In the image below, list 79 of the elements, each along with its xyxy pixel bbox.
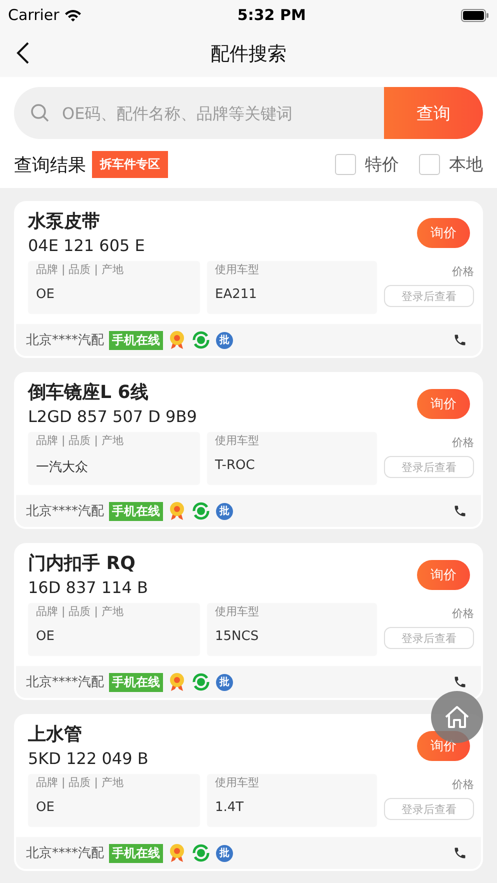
- price-label: 价格: [452, 777, 474, 792]
- field-value: EA211: [215, 287, 258, 302]
- battery-icon: [460, 8, 489, 22]
- field-label: 使用车型: [215, 604, 260, 619]
- part-name: 水泵皮带: [28, 210, 101, 234]
- phone-icon[interactable]: [453, 675, 467, 689]
- login-to-view-button[interactable]: 登录后查看: [384, 798, 474, 820]
- results-title: 查询结果: [14, 154, 86, 176]
- phone-icon[interactable]: [453, 846, 467, 860]
- search-field[interactable]: OE码、配件名称、品牌等关键词 查询: [14, 87, 483, 139]
- online-badge: 手机在线: [109, 502, 163, 520]
- page-title: 配件搜索: [210, 42, 286, 66]
- price-label: 价格: [452, 435, 474, 450]
- field-label: 使用车型: [215, 262, 260, 277]
- field-value: 15NCS: [215, 629, 260, 644]
- login-to-view-button[interactable]: 登录后查看: [384, 627, 474, 649]
- field-value: T-ROC: [215, 458, 256, 473]
- refresh-icon: [191, 331, 211, 349]
- part-code: 04E 121 605 E: [28, 235, 145, 257]
- part-code: L2GD 857 507 D 9B9: [28, 406, 197, 428]
- online-badge: 手机在线: [109, 330, 163, 350]
- checkbox[interactable]: [419, 154, 440, 175]
- checkbox-label: 特价: [365, 154, 399, 176]
- seller-name: 北京****汽配: [26, 332, 104, 349]
- field-value: OE: [36, 629, 56, 644]
- result-card[interactable]: 倒车镜座L 6线 L2GD 857 507 D 9B9 询价 品牌 | 品质 | 产地 一汽大众 使用车型 T-ROC 价格 登录后查看 北京****汽配 手机在线 批: [14, 372, 483, 529]
- part-name: 上水管: [28, 723, 83, 747]
- refresh-icon: [191, 673, 211, 691]
- medal-icon: [168, 843, 186, 863]
- part-name: 门内扣手 RQ: [28, 552, 136, 576]
- seller-name: 北京****汽配: [26, 674, 104, 691]
- online-badge: 手机在线: [109, 844, 163, 862]
- wholesale-badge: 批: [216, 332, 233, 348]
- checkbox-label: 本地: [449, 154, 483, 176]
- home-icon: [444, 705, 470, 729]
- field-value: OE: [36, 287, 56, 302]
- part-name: 倒车镜座L 6线: [28, 381, 150, 405]
- result-card[interactable]: 水泵皮带 04E 121 605 E 询价 品牌 | 品质 | 产地 OE 使用车型 EA211 价格 登录后查看 北京****汽配 手机在线 批: [14, 201, 483, 358]
- login-to-view-button[interactable]: 登录后查看: [384, 285, 474, 307]
- refresh-icon: [191, 844, 211, 862]
- wholesale-badge: 批: [216, 502, 233, 520]
- part-code: 16D 837 114 B: [28, 577, 148, 599]
- online-badge: 手机在线: [109, 672, 163, 692]
- price-label: 价格: [452, 606, 474, 621]
- medal-icon: [168, 672, 186, 692]
- wholesale-badge: 批: [216, 844, 233, 862]
- salvage-parts-tag[interactable]: 拆车件专区: [92, 151, 168, 178]
- login-to-view-button[interactable]: 登录后查看: [384, 456, 474, 478]
- part-code: 5KD 122 049 B: [28, 748, 148, 770]
- inquiry-button[interactable]: 询价: [417, 389, 470, 419]
- field-label: 品牌 | 品质 | 产地: [36, 775, 124, 790]
- refresh-icon: [191, 502, 211, 520]
- medal-icon: [168, 501, 186, 521]
- seller-name: 北京****汽配: [26, 845, 104, 862]
- wifi-icon: [64, 8, 82, 22]
- phone-icon[interactable]: [453, 504, 467, 518]
- price-label: 价格: [452, 264, 474, 279]
- field-label: 使用车型: [215, 433, 260, 448]
- field-value: OE: [36, 800, 56, 815]
- field-value: 1.4T: [215, 800, 245, 815]
- status-time: 5:32 PM: [237, 6, 306, 24]
- result-card[interactable]: 门内扣手 RQ 16D 837 114 B 询价 品牌 | 品质 | 产地 OE 使用车型 15NCS 价格 登录后查看 北京****汽配 手机在线 批: [14, 543, 483, 700]
- carrier-label: Carrier: [8, 6, 60, 24]
- field-label: 使用车型: [215, 775, 260, 790]
- field-label: 品牌 | 品质 | 产地: [36, 262, 124, 277]
- wholesale-badge: 批: [216, 674, 233, 690]
- search-icon: [30, 103, 50, 123]
- inquiry-button[interactable]: 询价: [417, 218, 470, 248]
- search-button[interactable]: 查询: [384, 87, 483, 139]
- field-label: 品牌 | 品质 | 产地: [36, 604, 124, 619]
- medal-icon: [168, 330, 186, 350]
- phone-icon[interactable]: [453, 333, 467, 347]
- checkbox[interactable]: [335, 154, 356, 175]
- inquiry-button[interactable]: 询价: [417, 560, 470, 590]
- result-card[interactable]: 上水管 5KD 122 049 B 询价 品牌 | 品质 | 产地 OE 使用车型 1.4T 价格 登录后查看 北京****汽配 手机在线 批: [14, 714, 483, 871]
- field-value: 一汽大众: [36, 459, 89, 476]
- field-label: 品牌 | 品质 | 产地: [36, 433, 124, 448]
- back-icon[interactable]: [16, 42, 30, 64]
- seller-name: 北京****汽配: [26, 503, 104, 520]
